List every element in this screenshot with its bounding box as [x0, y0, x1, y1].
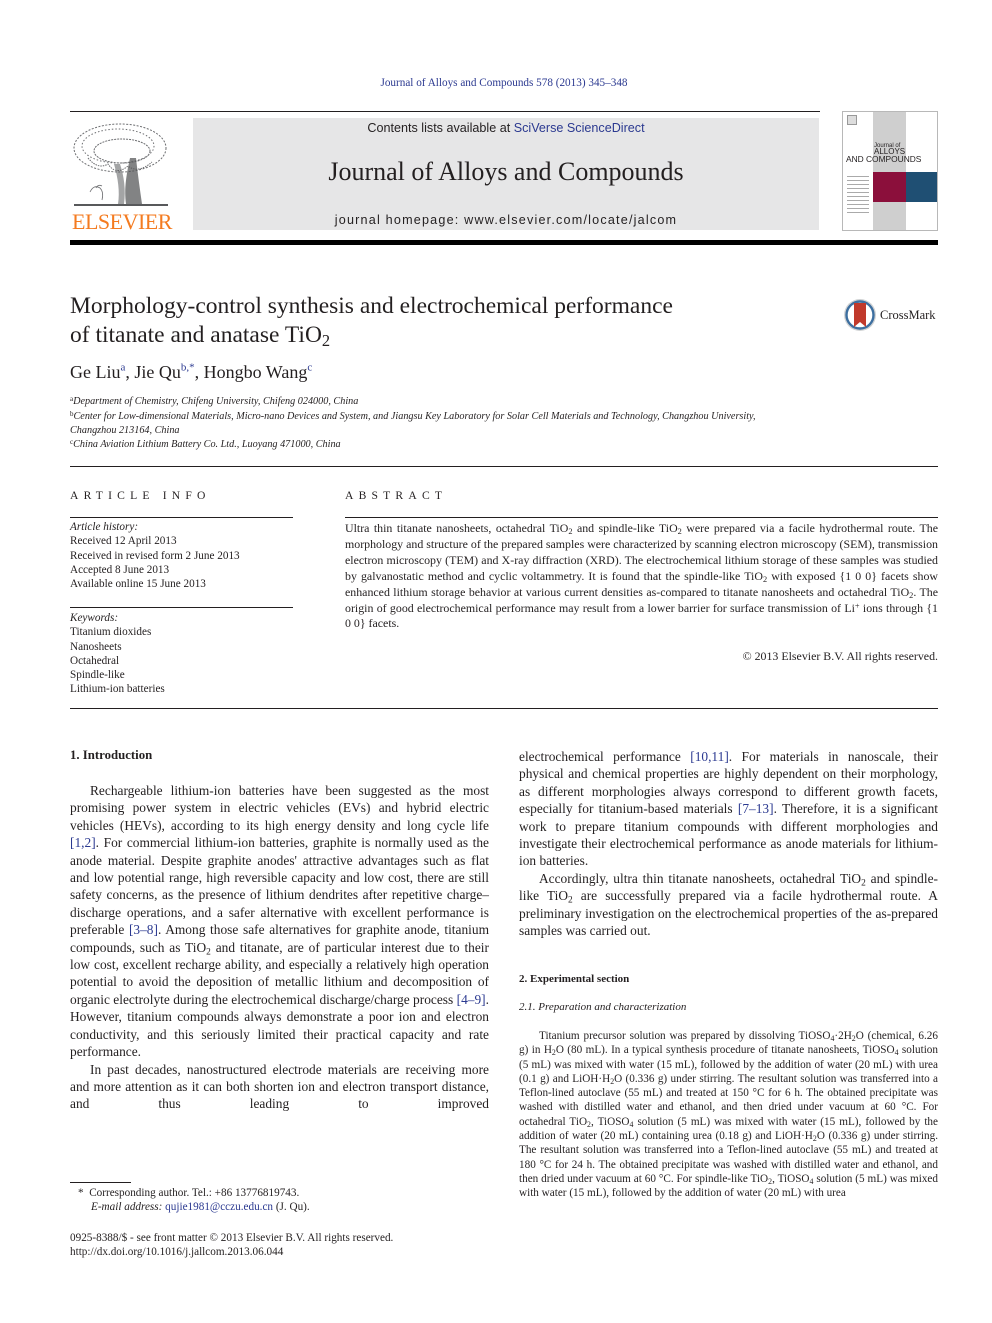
- reference-link[interactable]: [7–13]: [738, 801, 774, 816]
- history-online: Available online 15 June 2013: [70, 578, 206, 591]
- author-name[interactable]: Ge Liu: [70, 362, 120, 382]
- affiliation-rule: [70, 466, 938, 467]
- article-info-heading: ARTICLE INFO: [70, 489, 211, 502]
- header-thick-rule: [70, 240, 938, 245]
- affiliation-c: cChina Aviation Lithium Battery Co. Ltd.…: [70, 437, 341, 450]
- section-heading-experimental: 2. Experimental section: [519, 973, 630, 985]
- keywords-label: Keywords:: [70, 612, 119, 624]
- experimental-text: Titanium precursor solution was prepared…: [519, 1030, 938, 1200]
- cover-blue-block: [906, 172, 937, 202]
- email-note: E-mail address: qujie1981@cczu.edu.cn (J…: [91, 1201, 310, 1213]
- crossmark-icon: [844, 299, 876, 331]
- experimental-paragraph: Titanium precursor solution was prepared…: [519, 1029, 938, 1201]
- homepage-url-link[interactable]: www.elsevier.com/locate/jalcom: [464, 213, 677, 227]
- intro-paragraphs-left: Rechargeable lithium-ion batteries have …: [70, 782, 489, 1113]
- crossmark-label[interactable]: CrossMark: [880, 308, 936, 323]
- cover-publisher-mark-icon: [847, 115, 857, 125]
- homepage-prefix: journal homepage:: [334, 213, 465, 227]
- journal-cover-thumbnail[interactable]: Journal of ALLOYS AND COMPOUNDS: [842, 111, 938, 231]
- issn-line: 0925-8388/$ - see front matter © 2013 El…: [70, 1232, 394, 1244]
- affiliation-b: bCenter for Low-dimensional Materials, M…: [70, 409, 756, 422]
- article-history: Article history: Received 12 April 2013 …: [70, 520, 240, 591]
- author-name[interactable]: Jie Qu: [134, 362, 181, 382]
- author-list: Ge Liua, Jie Qub,*, Hongbo Wangc: [70, 361, 313, 382]
- abstract-heading: ABSTRACT: [345, 489, 448, 502]
- intro-paragraph-3: Accordingly, ultra thin titanate nanoshe…: [519, 870, 939, 939]
- history-revised: Received in revised form 2 June 2013: [70, 549, 240, 562]
- cover-crimson-block: [873, 172, 906, 202]
- journal-homepage-line: journal homepage: www.elsevier.com/locat…: [193, 213, 819, 227]
- intro-paragraph-1: Rechargeable lithium-ion batteries have …: [70, 783, 489, 1060]
- corresponding-author-note: * Corresponding author. Tel.: +86 137768…: [78, 1187, 300, 1199]
- cover-title-line3: AND COMPOUNDS: [846, 154, 922, 164]
- abstract-text: Ultra thin titanate nanosheets, octahedr…: [345, 521, 938, 631]
- abstract-rule: [345, 517, 938, 518]
- cover-contents-lines: [847, 176, 869, 216]
- header-rule: [70, 111, 820, 112]
- journal-title: Journal of Alloys and Compounds: [328, 157, 684, 186]
- intro-paragraphs-right: electrochemical performance [10,11]. For…: [519, 748, 938, 939]
- contents-available-line: Contents lists available at SciVerse Sci…: [193, 121, 819, 135]
- reference-link[interactable]: [4–9]: [457, 992, 486, 1007]
- affiliation-b-cont: Changzhou 213164, China: [70, 425, 180, 436]
- intro-paragraph-2: In past decades, nanostructured electrod…: [70, 1061, 489, 1112]
- elsevier-wordmark: ELSEVIER: [72, 209, 172, 234]
- doi-link[interactable]: http://dx.doi.org/10.1016/j.jallcom.2013…: [70, 1245, 283, 1259]
- reference-link[interactable]: [10,11]: [690, 749, 729, 764]
- reference-link[interactable]: [1,2]: [70, 835, 96, 850]
- author-name[interactable]: Hongbo Wang: [204, 362, 308, 382]
- keyword: Lithium-ion batteries: [70, 683, 165, 696]
- asterisk-mark: *: [78, 1187, 84, 1199]
- cover-gray-band: [873, 112, 906, 230]
- history-accepted: Accepted 8 June 2013: [70, 563, 170, 576]
- section-heading-introduction: 1. Introduction: [70, 748, 153, 762]
- journal-citation-link[interactable]: Journal of Alloys and Compounds 578 (201…: [0, 77, 992, 89]
- affiliation-a: aDepartment of Chemistry, Chifeng Univer…: [70, 394, 359, 407]
- keywords: Keywords: Titanium dioxides Nanosheets O…: [70, 611, 165, 697]
- history-received: Received 12 April 2013: [70, 535, 177, 548]
- email-link[interactable]: qujie1981@cczu.edu.cn: [165, 1201, 273, 1213]
- subsection-heading-preparation: 2.1. Preparation and characterization: [519, 1001, 687, 1013]
- sciencedirect-link[interactable]: SciVerse ScienceDirect: [514, 121, 645, 135]
- abstract-copyright: © 2013 Elsevier B.V. All rights reserved…: [742, 649, 938, 663]
- author-affiliation-mark[interactable]: c: [307, 361, 312, 373]
- abstract-bottom-rule: [70, 708, 938, 709]
- article-info-rule: [70, 517, 293, 518]
- keyword: Titanium dioxides: [70, 626, 152, 639]
- title-line-1: Morphology-control synthesis and electro…: [70, 293, 673, 319]
- intro-paragraph-2-cont: electrochemical performance [10,11]. For…: [519, 749, 939, 869]
- keywords-rule: [70, 607, 293, 608]
- reference-link[interactable]: [3–8]: [129, 922, 158, 937]
- footnote-rule: [70, 1182, 131, 1183]
- keyword: Spindle-like: [70, 669, 125, 682]
- keyword: Octahedral: [70, 654, 120, 667]
- article-history-label: Article history:: [70, 521, 139, 533]
- title-line-2: of titanate and anatase TiO2: [70, 322, 331, 351]
- keyword: Nanosheets: [70, 640, 122, 653]
- article-title: Morphology-control synthesis and electro…: [70, 292, 810, 350]
- contents-prefix: Contents lists available at: [367, 121, 514, 135]
- author-affiliation-mark[interactable]: b,*: [181, 361, 195, 373]
